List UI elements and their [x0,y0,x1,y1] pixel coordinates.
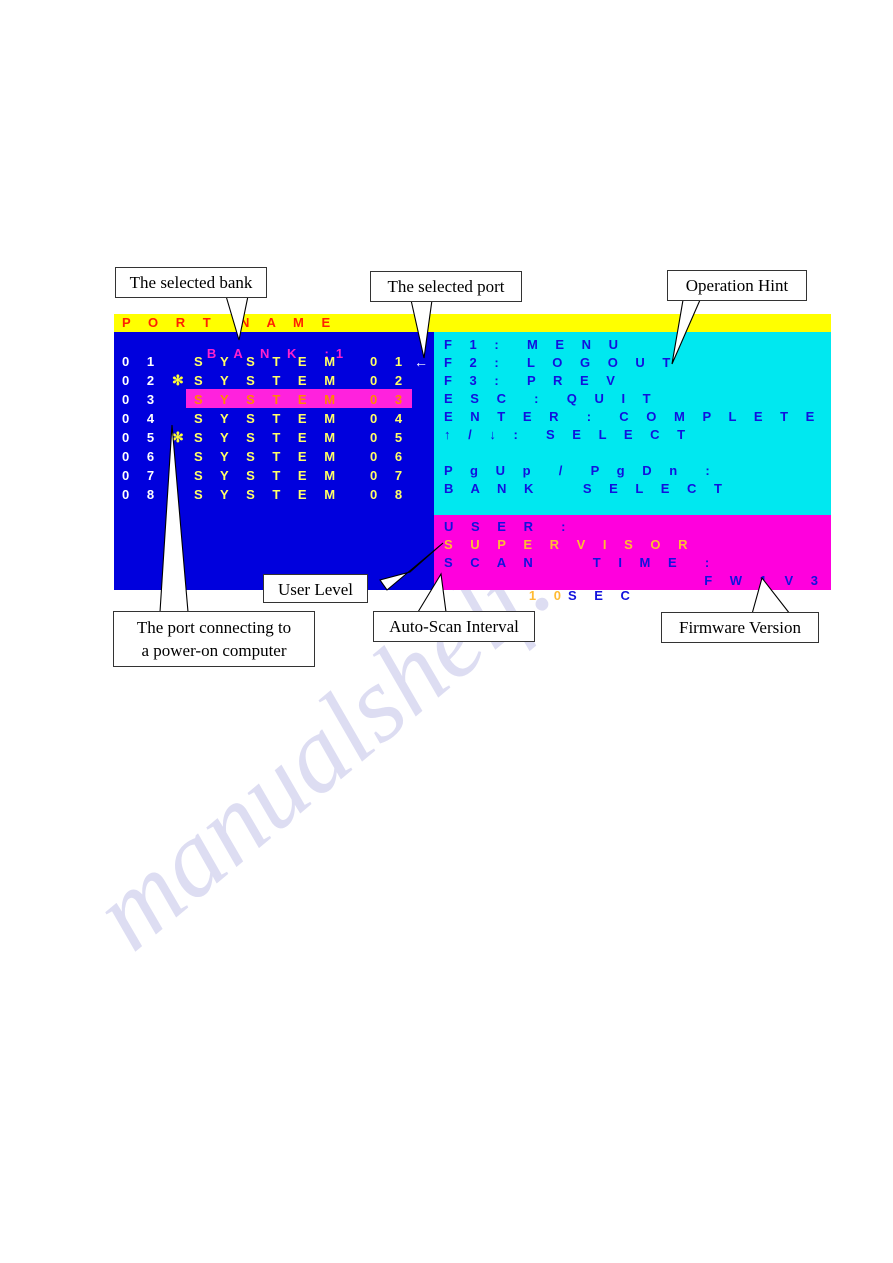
port-number: 0 8 [122,487,162,502]
column-header-port: P O R T [122,315,218,330]
port-number: 0 4 [122,411,162,426]
osd-screen: P O R T N A M E B A N K :1 0 1S Y S T E … [114,314,831,603]
port-row[interactable]: 0 5 ✻ S Y S T E M 0 5 [114,427,434,446]
scan-time-number: 1 0 [528,588,568,603]
power-on-asterisk-icon: ✻ [172,372,184,388]
port-name: S Y S T E M [194,354,343,369]
callout-selected-port: The selected port [370,271,522,302]
hint-line: E N T E R : C O M P L E T E [444,409,822,424]
callout-power-on-port-line2: a power-on computer [141,641,287,660]
port-row[interactable]: 0 8 S Y S T E M 0 8 [114,484,434,503]
port-index: 0 5 [370,430,410,445]
port-number: 0 7 [122,468,162,483]
hint-line: P g U p / P g D n : [444,463,717,478]
port-row[interactable]: 0 6 S Y S T E M 0 6 [114,446,434,465]
port-name: S Y S T E M [194,449,343,464]
hint-line: F 3 : P R E V [444,373,622,388]
callout-user-level: User Level [263,574,368,603]
scan-time-label: S C A N T I M E : [444,555,717,570]
port-name: S Y S T E M [194,373,343,388]
port-name: S Y S T E M [194,411,343,426]
port-index: 0 4 [370,411,410,426]
port-row[interactable]: 0 1 S Y S T E M 0 1 [114,351,434,370]
osd-column-header: P O R T N A M E [114,314,831,332]
port-name: S Y S T E M [194,487,343,502]
column-header-name: N A M E [240,315,338,330]
callout-auto-scan-interval: Auto-Scan Interval [373,611,535,642]
port-name: S Y S T E M [194,430,343,445]
port-row[interactable]: 0 4 S Y S T E M 0 4 [114,408,434,427]
port-row[interactable]: 0 3 S Y S T E M 0 3 [114,389,434,408]
port-index: 0 6 [370,449,410,464]
port-number: 0 2 [122,373,162,388]
port-index: 0 8 [370,487,410,502]
firmware-version-value: F W 1 V 3 [704,573,825,588]
hint-line: F 2 : L O G O U T [444,355,678,370]
callout-power-on-port-line1: The port connecting to [136,618,292,637]
hint-line: E S C : Q U I T [444,391,658,406]
user-value: S U P E R V I S O R [444,537,695,552]
selection-arrow-icon: ← [414,354,428,370]
hint-line: F 1 : M E N U [444,337,626,352]
port-index: 0 1 [370,354,410,369]
operation-hint-pane: F 1 : M E N U F 2 : L O G O U T F 3 : P R … [434,332,831,515]
callout-operation-hint: Operation Hint [667,270,807,301]
port-list-pane: B A N K :1 0 1S Y S T E M0 10 2 ✻ S Y S T … [114,332,434,590]
scan-time-unit: S E C [567,588,637,603]
port-index: 0 7 [370,468,410,483]
port-number: 0 3 [122,392,162,407]
status-pane: U S E R : S U P E R V I S O R S C A N T … [434,515,831,603]
user-label: U S E R : [444,519,573,534]
port-number: 0 5 [122,430,162,445]
port-row[interactable]: 0 7 S Y S T E M 0 7 [114,465,434,484]
hint-line: ↑ / ↓ : S E L E C T [444,427,693,442]
osd-body: B A N K :1 0 1S Y S T E M0 10 2 ✻ S Y S T … [114,332,831,603]
port-number: 0 1 [122,354,162,369]
hint-line: B A N K S E L E C T [444,481,729,496]
port-number: 0 6 [122,449,162,464]
port-index: 0 2 [370,373,410,388]
port-row[interactable]: 0 2 ✻ S Y S T E M 0 2 [114,370,434,389]
power-on-asterisk-icon: ✻ [172,429,184,445]
callout-firmware-version: Firmware Version [661,612,819,643]
port-index: 0 3 [370,392,410,407]
port-name: S Y S T E M [194,392,343,407]
port-name: S Y S T E M [194,468,343,483]
callout-selected-bank: The selected bank [115,267,267,298]
callout-power-on-port: The port connecting to a power-on comput… [113,611,315,667]
